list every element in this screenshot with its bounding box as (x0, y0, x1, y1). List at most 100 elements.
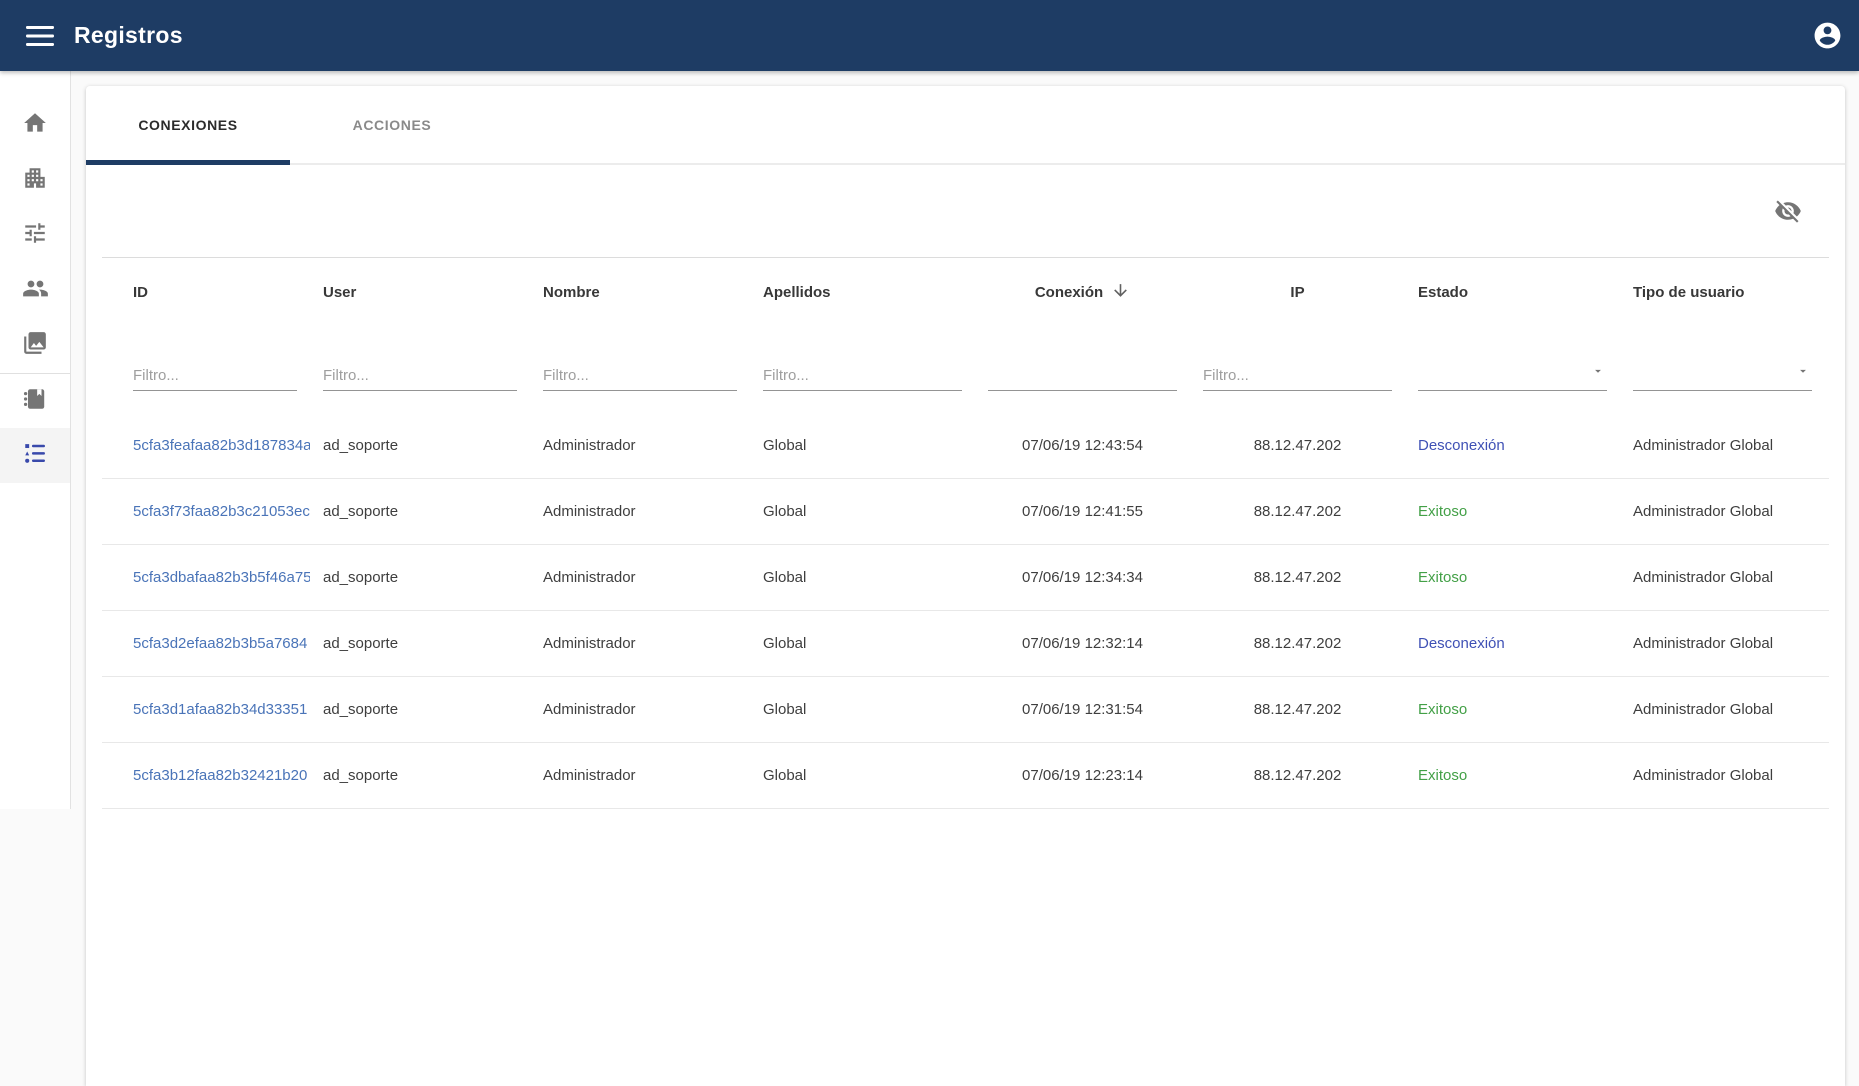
row-conexion: 07/06/19 12:34:34 (975, 569, 1190, 586)
row-apellidos: Global (750, 503, 975, 520)
estado-filter-select[interactable] (1418, 363, 1607, 391)
row-apellidos: Global (750, 635, 975, 652)
user-filter-input[interactable] (323, 365, 517, 391)
column-header-user[interactable]: User (310, 284, 530, 301)
row-id-link[interactable]: 5cfa3feafaa82b3d187834a (133, 437, 310, 454)
active-tab-indicator (86, 160, 290, 165)
column-header-estado[interactable]: Estado (1405, 284, 1620, 301)
row-ip: 88.12.47.202 (1190, 569, 1405, 586)
tab-acciones[interactable]: ACCIONES (290, 86, 494, 163)
row-user: ad_soporte (310, 569, 530, 586)
sidebar-item-media[interactable] (0, 318, 70, 373)
row-conexion: 07/06/19 12:31:54 (975, 701, 1190, 718)
tune-icon (22, 220, 48, 251)
row-tipo: Administrador Global (1620, 767, 1825, 784)
table-row: 5cfa3dbafaa82b3b5f46a75 ad_soporte Admin… (102, 545, 1829, 611)
row-ip: 88.12.47.202 (1190, 767, 1405, 784)
list-icon (22, 440, 48, 471)
conexion-filter-input[interactable] (988, 365, 1177, 391)
row-tipo: Administrador Global (1620, 569, 1825, 586)
row-nombre: Administrador (530, 503, 750, 520)
row-estado-badge: Desconexión (1405, 437, 1620, 454)
tab-conexiones[interactable]: CONEXIONES (86, 86, 290, 163)
registros-card: CONEXIONES ACCIONES ID User Nombre Apell… (86, 86, 1845, 1086)
sidebar-nav (0, 71, 71, 809)
row-nombre: Administrador (530, 635, 750, 652)
row-user: ad_soporte (310, 701, 530, 718)
tipo-filter-select[interactable] (1633, 363, 1812, 391)
menu-icon[interactable] (25, 21, 55, 51)
row-nombre: Administrador (530, 701, 750, 718)
chevron-down-icon (1591, 364, 1605, 382)
row-tipo: Administrador Global (1620, 701, 1825, 718)
row-tipo: Administrador Global (1620, 635, 1825, 652)
row-estado-badge: Exitoso (1405, 503, 1620, 520)
row-apellidos: Global (750, 569, 975, 586)
sidebar-item-home[interactable] (0, 98, 70, 153)
row-estado-badge: Desconexión (1405, 635, 1620, 652)
tab-conexiones-label: CONEXIONES (138, 117, 237, 133)
tab-bar: CONEXIONES ACCIONES (86, 86, 1845, 165)
row-nombre: Administrador (530, 767, 750, 784)
sidebar-item-notebook[interactable] (0, 373, 70, 428)
row-user: ad_soporte (310, 767, 530, 784)
sidebar-item-building[interactable] (0, 153, 70, 208)
photo-library-icon (22, 330, 48, 361)
column-header-conexion[interactable]: Conexión (975, 281, 1190, 304)
column-header-apellidos[interactable]: Apellidos (750, 284, 975, 301)
row-id-link[interactable]: 5cfa3d1afaa82b34d33351 (133, 701, 307, 718)
table-toolbar (86, 165, 1845, 257)
sidebar-item-settings[interactable] (0, 208, 70, 263)
sidebar-item-users[interactable] (0, 263, 70, 318)
account-circle-icon[interactable] (1809, 18, 1845, 54)
row-apellidos: Global (750, 701, 975, 718)
row-nombre: Administrador (530, 437, 750, 454)
row-tipo: Administrador Global (1620, 437, 1825, 454)
row-apellidos: Global (750, 437, 975, 454)
row-ip: 88.12.47.202 (1190, 635, 1405, 652)
row-conexion: 07/06/19 12:43:54 (975, 437, 1190, 454)
row-nombre: Administrador (530, 569, 750, 586)
notebook-icon (22, 386, 48, 417)
building-icon (22, 165, 48, 196)
app-bar: Registros (0, 0, 1859, 71)
ip-filter-input[interactable] (1203, 365, 1392, 391)
table-row: 5cfa3feafaa82b3d187834a ad_soporte Admin… (102, 413, 1829, 479)
home-icon (22, 110, 48, 141)
row-estado-badge: Exitoso (1405, 569, 1620, 586)
row-conexion: 07/06/19 12:23:14 (975, 767, 1190, 784)
column-header-ip[interactable]: IP (1190, 284, 1405, 301)
filter-row (102, 327, 1829, 413)
row-conexion: 07/06/19 12:41:55 (975, 503, 1190, 520)
row-tipo: Administrador Global (1620, 503, 1825, 520)
row-ip: 88.12.47.202 (1190, 701, 1405, 718)
row-id-link[interactable]: 5cfa3dbafaa82b3b5f46a75 (133, 569, 310, 586)
table-row: 5cfa3d2efaa82b3b5a7684 ad_soporte Admini… (102, 611, 1829, 677)
row-user: ad_soporte (310, 503, 530, 520)
visibility-off-icon[interactable] (1771, 194, 1805, 228)
column-header-id[interactable]: ID (120, 284, 310, 301)
sidebar-item-registros[interactable] (0, 428, 70, 483)
chevron-down-icon (1796, 364, 1810, 382)
table-body: 5cfa3feafaa82b3d187834a ad_soporte Admin… (102, 413, 1829, 809)
nombre-filter-input[interactable] (543, 365, 737, 391)
apellidos-filter-input[interactable] (763, 365, 962, 391)
row-id-link[interactable]: 5cfa3b12faa82b32421b20 (133, 767, 307, 784)
table-row: 5cfa3f73faa82b3c21053ec ad_soporte Admin… (102, 479, 1829, 545)
column-header-nombre[interactable]: Nombre (530, 284, 750, 301)
row-id-link[interactable]: 5cfa3d2efaa82b3b5a7684 (133, 635, 307, 652)
id-filter-input[interactable] (133, 365, 297, 391)
table-row: 5cfa3b12faa82b32421b20 ad_soporte Admini… (102, 743, 1829, 809)
sort-descending-icon (1111, 281, 1130, 304)
page-title: Registros (74, 22, 183, 49)
tab-acciones-label: ACCIONES (353, 117, 432, 133)
row-estado-badge: Exitoso (1405, 767, 1620, 784)
table-header-row: ID User Nombre Apellidos Conexión IP Est… (102, 257, 1829, 327)
row-user: ad_soporte (310, 635, 530, 652)
row-id-link[interactable]: 5cfa3f73faa82b3c21053ec (133, 503, 310, 520)
table-row: 5cfa3d1afaa82b34d33351 ad_soporte Admini… (102, 677, 1829, 743)
column-header-conexion-label: Conexión (1035, 284, 1103, 301)
people-icon (22, 275, 49, 307)
row-apellidos: Global (750, 767, 975, 784)
column-header-tipo[interactable]: Tipo de usuario (1620, 284, 1825, 301)
